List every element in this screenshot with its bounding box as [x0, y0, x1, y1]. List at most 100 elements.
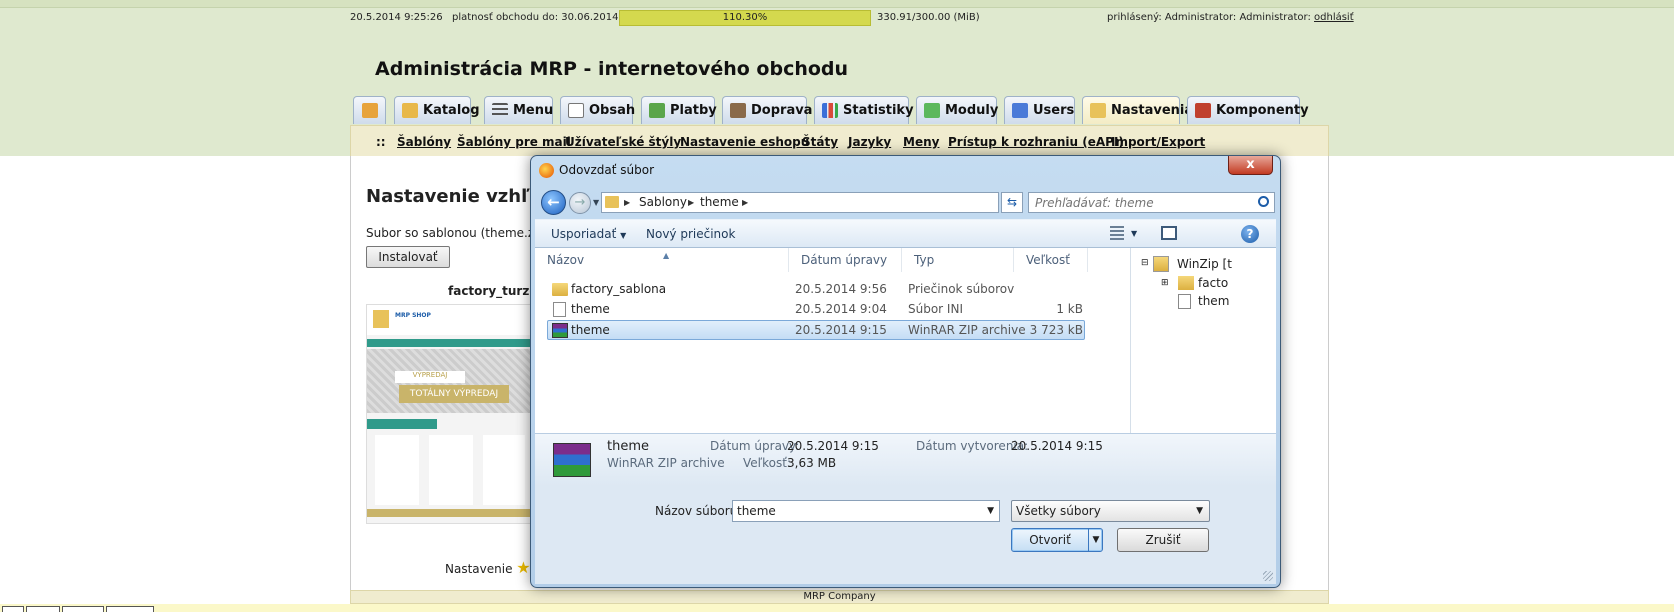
tab-katalog[interactable]: Katalog — [394, 96, 480, 124]
taskbar-tab[interactable] — [26, 606, 60, 612]
open-split-dropdown-icon[interactable]: ▼ — [1088, 529, 1103, 551]
file-row-factory-sablona[interactable]: factory_sablona 20.5.2014 9:56 Priečinok… — [547, 280, 1085, 300]
tab-menu[interactable]: Menu — [484, 96, 553, 124]
install-button[interactable]: Instalovať — [366, 246, 450, 268]
page-heading: Nastavenie vzhľad — [366, 186, 555, 207]
tab-moduly[interactable]: Moduly — [916, 96, 999, 124]
tab-doprava[interactable]: Doprava — [722, 96, 812, 124]
arrow-left-icon: ← — [547, 193, 560, 211]
back-button[interactable]: ← — [541, 190, 566, 215]
file-size: 3 723 kB — [1029, 323, 1083, 337]
taskbar-tab[interactable] — [62, 606, 104, 612]
file-date: 20.5.2014 9:04 — [795, 302, 887, 316]
dialog-bottom-panel: Názov súboru: theme ▼ Všetky súbory ▼ Ot… — [535, 486, 1276, 584]
breadcrumb-arrow-icon[interactable]: ▶ — [624, 193, 630, 212]
thumb-sale-banner: TOTÁLNY VÝPREDAJ — [399, 385, 509, 403]
truck-icon — [730, 103, 746, 118]
chevron-down-icon: ▼ — [1196, 506, 1203, 516]
filename-input[interactable]: theme ▼ — [732, 500, 1000, 522]
tab-platby[interactable]: Platby — [641, 96, 717, 124]
help-icon[interactable]: ? — [1241, 225, 1259, 243]
logout-link[interactable]: odhlásiť — [1314, 12, 1354, 23]
subnav-import-export[interactable]: Import/Export — [1111, 135, 1205, 149]
tree-expand-icon[interactable]: ⊞ — [1161, 278, 1169, 288]
new-folder-button[interactable]: Nový priečinok — [646, 227, 735, 241]
organize-button[interactable]: Usporiadať ▼ — [551, 227, 626, 241]
tab-label: Komponenty — [1216, 103, 1309, 118]
recent-locations-dropdown[interactable]: ▼ — [593, 198, 599, 207]
folder-icon — [1178, 276, 1194, 290]
search-input[interactable] — [1029, 193, 1249, 212]
logged-in-user: prihlásený: Administrator: Administrator… — [1107, 12, 1354, 23]
subnav-meny[interactable]: Meny — [903, 135, 939, 149]
tab-obsah[interactable]: Obsah — [560, 96, 635, 124]
subnav-eapi[interactable]: Prístup k rozhraniu (eAPI) — [948, 135, 1124, 149]
file-type-filter[interactable]: Všetky súbory ▼ — [1011, 500, 1210, 522]
subnav-sablony[interactable]: Šablóny — [397, 135, 451, 149]
footer: MRP Company — [350, 590, 1329, 604]
search-icon[interactable] — [1258, 196, 1269, 207]
tab-label: Statistiky — [843, 103, 914, 118]
thumb-logo-icon — [373, 310, 389, 328]
file-date: 20.5.2014 9:56 — [795, 282, 887, 296]
column-header-date[interactable]: Dátum úpravy — [789, 248, 902, 272]
address-bar[interactable]: ▶ Sablony ▶ theme ▶ ▼ — [601, 192, 1064, 213]
subnav-eshop[interactable]: Nastavenie eshopu — [680, 135, 809, 149]
taskbar-tab[interactable] — [106, 606, 154, 612]
breadcrumb-arrow-icon[interactable]: ▶ — [742, 193, 748, 212]
close-button[interactable]: x — [1228, 156, 1273, 175]
tab-statistiky[interactable]: Statistiky — [814, 96, 914, 124]
column-header-name[interactable]: ▲ Názov — [535, 248, 789, 272]
breadcrumb-arrow-icon[interactable]: ▶ — [688, 193, 694, 212]
subnav-styles[interactable]: Užívateľské štýly — [565, 135, 681, 149]
star-icon[interactable]: ★ — [516, 558, 530, 577]
logged-in-text: prihlásený: Administrator: Administrator… — [1107, 12, 1311, 23]
tab-label: Users — [1033, 103, 1075, 118]
file-row-theme-zip[interactable]: theme 20.5.2014 9:15 WinRAR ZIP archive … — [547, 320, 1085, 340]
breadcrumb-theme[interactable]: theme — [700, 193, 739, 212]
tree-root[interactable]: WinZip [t — [1177, 257, 1232, 271]
subnav-separator: :: — [376, 135, 386, 149]
file-row-theme-ini[interactable]: theme 20.5.2014 9:04 Súbor INI 1 kB — [547, 300, 1085, 320]
tab-nastavenia[interactable]: Nastavenia — [1082, 96, 1193, 124]
dialog-toolbar: Usporiadať ▼ Nový priečinok ▼ ? — [535, 219, 1276, 248]
view-dropdown-icon[interactable]: ▼ — [1131, 229, 1137, 238]
detail-modified-label: Dátum úpravy: — [710, 439, 800, 453]
column-header-type[interactable]: Typ — [902, 248, 1014, 272]
forward-button[interactable]: → — [569, 192, 591, 214]
tree-collapse-icon[interactable]: ⊟ — [1141, 258, 1149, 268]
file-name: theme — [571, 323, 610, 337]
tree-item-file[interactable]: them — [1198, 294, 1229, 308]
resize-grip-icon[interactable] — [1263, 571, 1273, 581]
quota-percent: 110.30% — [722, 12, 768, 23]
catalog-icon — [402, 103, 418, 118]
subnav-jazyky[interactable]: Jazyky — [848, 135, 891, 149]
chevron-down-icon[interactable]: ▼ — [987, 501, 994, 521]
folder-icon — [552, 283, 568, 296]
tab-users[interactable]: Users — [1004, 96, 1075, 124]
column-header-size[interactable]: Veľkosť — [1014, 248, 1088, 272]
refresh-button[interactable]: ⇆ — [1001, 192, 1023, 213]
theme-thumbnail[interactable]: MRP SHOP VÝPREDAJ TOTÁLNY VÝPREDAJ — [366, 304, 536, 524]
open-button[interactable]: Otvoriť ▼ — [1011, 528, 1103, 552]
tab-label: Moduly — [945, 103, 999, 118]
view-list-icon[interactable] — [1110, 226, 1124, 241]
preview-pane-icon[interactable] — [1161, 226, 1177, 240]
rar-archive-icon — [553, 443, 591, 477]
sort-ascending-icon: ▲ — [663, 251, 670, 260]
tab-komponenty[interactable]: Komponenty — [1187, 96, 1309, 124]
preview-tree: ⊟ WinZip [t ⊞ facto them — [1131, 248, 1276, 433]
refresh-icon: ⇆ — [1006, 195, 1018, 209]
quota-progress-bar: 110.30% — [619, 10, 871, 26]
taskbar-tab[interactable] — [2, 606, 24, 612]
thumb-shop-name: MRP SHOP — [395, 312, 431, 319]
tab-home[interactable] — [353, 96, 386, 124]
subnav-staty[interactable]: Štáty — [802, 135, 838, 149]
thumb-menu-bar — [367, 339, 535, 347]
dialog-title: Odovzdať súbor — [559, 163, 655, 177]
subnav-sablony-mail[interactable]: Šablóny pre mail — [457, 135, 571, 149]
breadcrumb-sablony[interactable]: Sablony — [639, 193, 687, 212]
cancel-button[interactable]: Zrušiť — [1117, 528, 1209, 552]
tree-item-folder[interactable]: facto — [1198, 276, 1228, 290]
firefox-icon — [539, 163, 554, 178]
